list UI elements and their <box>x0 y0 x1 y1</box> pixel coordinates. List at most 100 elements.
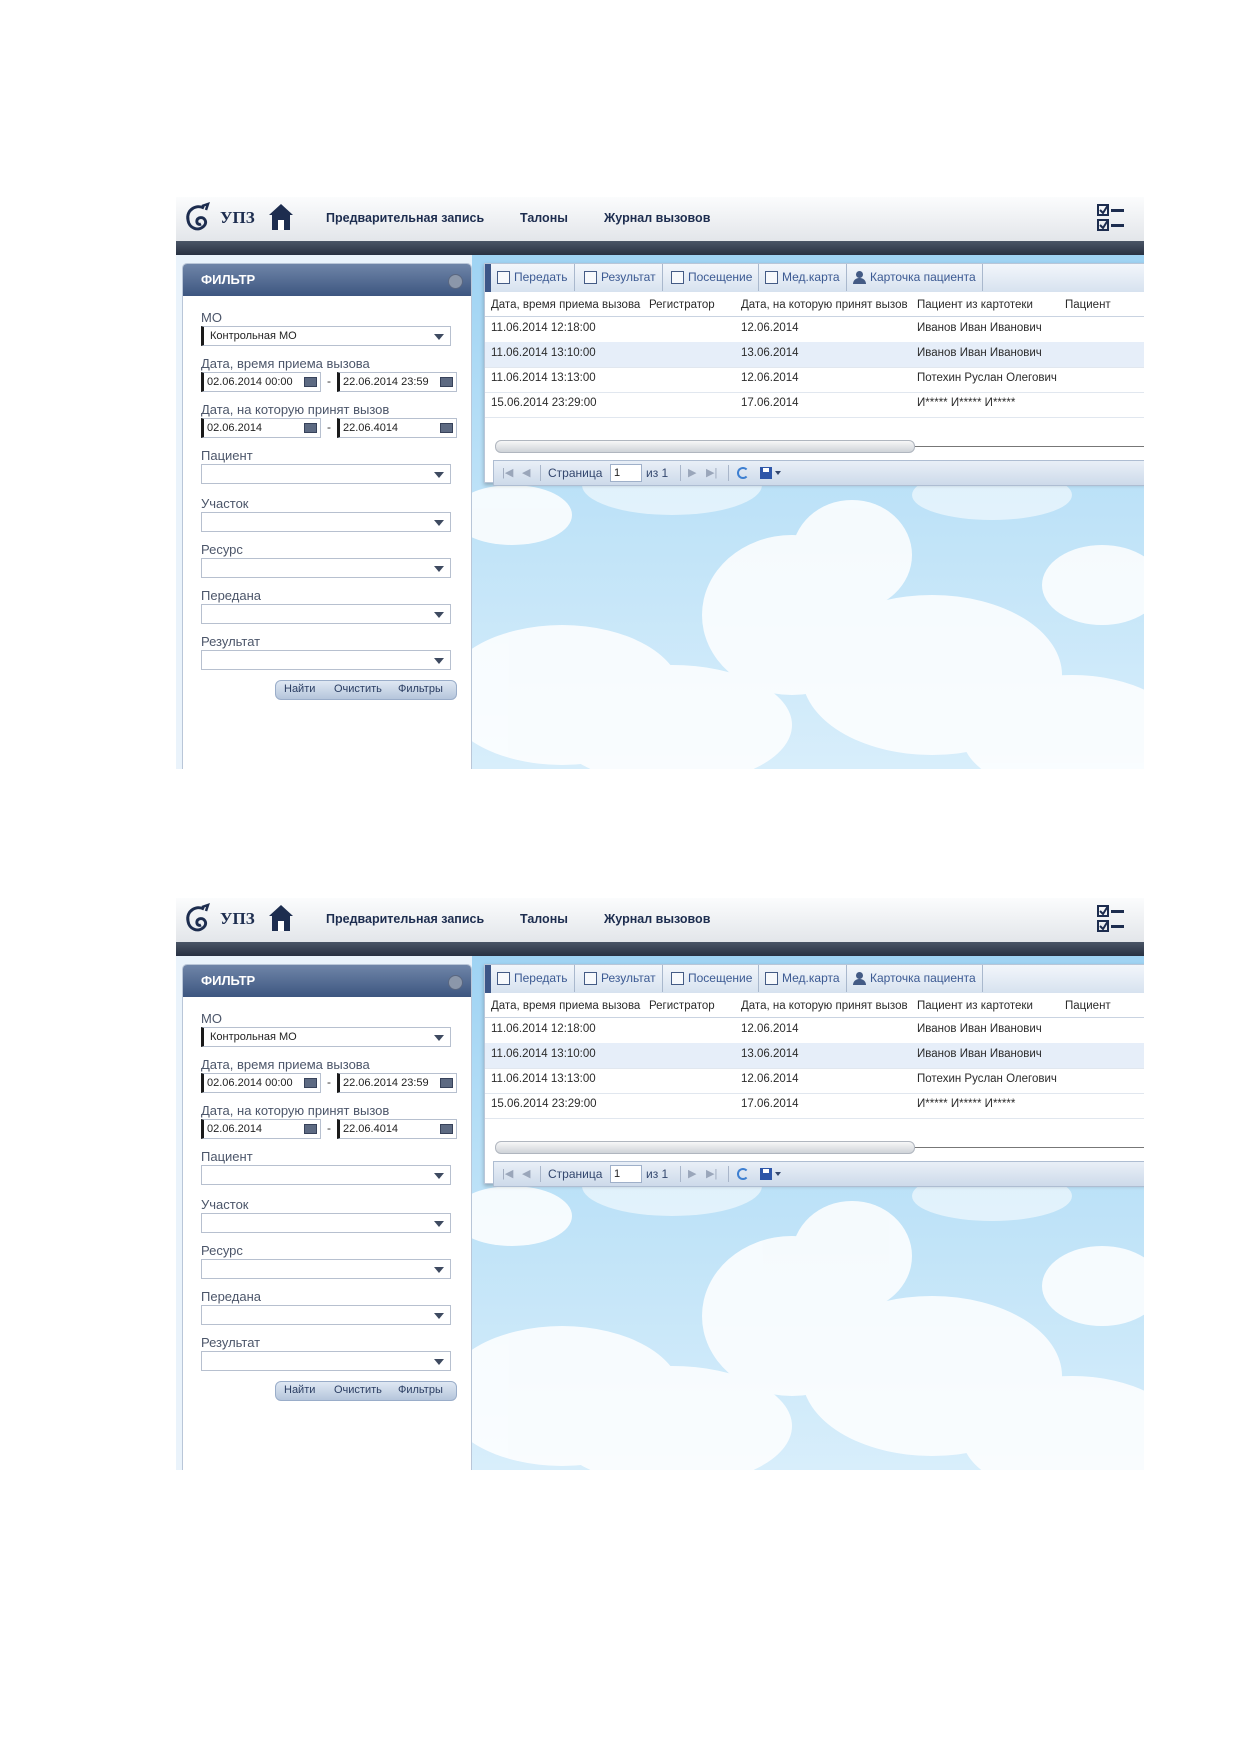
calendar-icon[interactable] <box>304 423 317 433</box>
medcard-button[interactable]: Мед.карта <box>761 264 847 291</box>
save-icon[interactable] <box>760 467 772 479</box>
horizontal-scrollbar[interactable] <box>495 1141 1144 1155</box>
prev-page-icon[interactable]: ◀ <box>522 466 530 479</box>
filters-button[interactable]: Фильтры <box>398 1384 443 1396</box>
mo-select[interactable]: Контрольная МО <box>201 1027 451 1047</box>
visit-button[interactable]: Посещение <box>667 965 760 992</box>
medcard-button[interactable]: Мед.карта <box>761 965 847 992</box>
page-input[interactable]: 1 <box>610 464 642 482</box>
chevron-down-icon[interactable] <box>434 1359 444 1365</box>
col-header-registrar[interactable]: Регистратор <box>649 294 715 316</box>
col-header-registrar[interactable]: Регистратор <box>649 995 715 1017</box>
page-input[interactable]: 1 <box>610 1165 642 1183</box>
last-page-icon[interactable]: ▶| <box>706 466 717 479</box>
first-page-icon[interactable]: |◀ <box>502 1167 513 1180</box>
scrollbar-thumb[interactable] <box>495 1141 915 1154</box>
home-icon[interactable] <box>268 202 294 232</box>
patient-select[interactable] <box>201 464 451 484</box>
col-header-patient-card[interactable]: Пациент из картотеки <box>917 294 1033 316</box>
chevron-down-icon[interactable] <box>434 472 444 478</box>
col-header-accept-date[interactable]: Дата, на которую принят вызов <box>741 995 908 1017</box>
transferred-select[interactable] <box>201 1305 451 1325</box>
district-select[interactable] <box>201 512 451 532</box>
mo-select[interactable]: Контрольная МО <box>201 326 451 346</box>
clear-button[interactable]: Очистить <box>334 1384 382 1396</box>
table-row[interactable]: 15.06.2014 23:29:00 17.06.2014 И***** И*… <box>485 1093 1144 1119</box>
chevron-down-icon[interactable] <box>775 1172 781 1176</box>
calendar-icon[interactable] <box>440 1078 453 1088</box>
transfer-button[interactable]: Передать <box>493 264 575 291</box>
chevron-down-icon[interactable] <box>434 1173 444 1179</box>
first-page-icon[interactable]: |◀ <box>502 466 513 479</box>
filters-button[interactable]: Фильтры <box>398 683 443 695</box>
col-header-accept-date[interactable]: Дата, на которую принят вызов <box>741 294 908 316</box>
call-time-from-field[interactable]: 02.06.2014 00:00 <box>201 1073 321 1093</box>
col-header-call-time[interactable]: Дата, время приема вызова <box>491 294 640 316</box>
refresh-icon[interactable] <box>737 1168 749 1180</box>
find-button[interactable]: Найти <box>284 1384 315 1396</box>
table-row[interactable]: 11.06.2014 13:13:00 12.06.2014 Потехин Р… <box>485 1068 1144 1094</box>
nav-prerecord[interactable]: Предварительная запись <box>326 211 484 225</box>
calendar-icon[interactable] <box>440 423 453 433</box>
table-row[interactable]: 11.06.2014 12:18:00 12.06.2014 Иванов Ив… <box>485 317 1144 343</box>
col-header-patient[interactable]: Пациент <box>1065 995 1111 1017</box>
patient-select[interactable] <box>201 1165 451 1185</box>
patient-card-button[interactable]: Карточка пациента <box>849 965 983 992</box>
next-page-icon[interactable]: ▶ <box>688 1167 696 1180</box>
save-icon[interactable] <box>760 1168 772 1180</box>
chevron-down-icon[interactable] <box>434 658 444 664</box>
scrollbar-thumb[interactable] <box>495 440 915 453</box>
collapse-icon[interactable] <box>448 975 463 990</box>
last-page-icon[interactable]: ▶| <box>706 1167 717 1180</box>
transferred-select[interactable] <box>201 604 451 624</box>
calendar-icon[interactable] <box>304 1078 317 1088</box>
find-button[interactable]: Найти <box>284 683 315 695</box>
accept-date-to-field[interactable]: 22.06.4014 <box>337 1119 457 1139</box>
visit-button[interactable]: Посещение <box>667 264 760 291</box>
prev-page-icon[interactable]: ◀ <box>522 1167 530 1180</box>
col-header-patient-card[interactable]: Пациент из картотеки <box>917 995 1033 1017</box>
nav-prerecord[interactable]: Предварительная запись <box>326 912 484 926</box>
call-time-to-field[interactable]: 22.06.2014 23:59 <box>337 372 457 392</box>
checklist-icon[interactable] <box>1096 903 1126 935</box>
chevron-down-icon[interactable] <box>434 1035 444 1041</box>
calendar-icon[interactable] <box>304 1124 317 1134</box>
nav-tickets[interactable]: Талоны <box>520 912 568 926</box>
accept-date-to-field[interactable]: 22.06.4014 <box>337 418 457 438</box>
chevron-down-icon[interactable] <box>775 471 781 475</box>
col-header-call-time[interactable]: Дата, время приема вызова <box>491 995 640 1017</box>
result-button[interactable]: Результат <box>580 264 663 291</box>
table-row[interactable]: 11.06.2014 12:18:00 12.06.2014 Иванов Ив… <box>485 1018 1144 1044</box>
accept-date-from-field[interactable]: 02.06.2014 <box>201 418 321 438</box>
table-row[interactable]: 15.06.2014 23:29:00 17.06.2014 И***** И*… <box>485 392 1144 418</box>
horizontal-scrollbar[interactable] <box>495 440 1144 454</box>
patient-card-button[interactable]: Карточка пациента <box>849 264 983 291</box>
transfer-button[interactable]: Передать <box>493 965 575 992</box>
call-time-from-field[interactable]: 02.06.2014 00:00 <box>201 372 321 392</box>
chevron-down-icon[interactable] <box>434 1221 444 1227</box>
result-select[interactable] <box>201 650 451 670</box>
chevron-down-icon[interactable] <box>434 566 444 572</box>
result-button[interactable]: Результат <box>580 965 663 992</box>
calendar-icon[interactable] <box>440 1124 453 1134</box>
call-time-to-field[interactable]: 22.06.2014 23:59 <box>337 1073 457 1093</box>
table-row[interactable]: 11.06.2014 13:10:00 13.06.2014 Иванов Ив… <box>485 1043 1144 1069</box>
calendar-icon[interactable] <box>440 377 453 387</box>
nav-tickets[interactable]: Талоны <box>520 211 568 225</box>
next-page-icon[interactable]: ▶ <box>688 466 696 479</box>
resource-select[interactable] <box>201 1259 451 1279</box>
chevron-down-icon[interactable] <box>434 1313 444 1319</box>
refresh-icon[interactable] <box>737 467 749 479</box>
clear-button[interactable]: Очистить <box>334 683 382 695</box>
calendar-icon[interactable] <box>304 377 317 387</box>
result-select[interactable] <box>201 1351 451 1371</box>
chevron-down-icon[interactable] <box>434 1267 444 1273</box>
collapse-icon[interactable] <box>448 274 463 289</box>
home-icon[interactable] <box>268 903 294 933</box>
table-row[interactable]: 11.06.2014 13:13:00 12.06.2014 Потехин Р… <box>485 367 1144 393</box>
checklist-icon[interactable] <box>1096 202 1126 234</box>
nav-call-log[interactable]: Журнал вызовов <box>604 912 710 926</box>
table-row[interactable]: 11.06.2014 13:10:00 13.06.2014 Иванов Ив… <box>485 342 1144 368</box>
accept-date-from-field[interactable]: 02.06.2014 <box>201 1119 321 1139</box>
chevron-down-icon[interactable] <box>434 612 444 618</box>
